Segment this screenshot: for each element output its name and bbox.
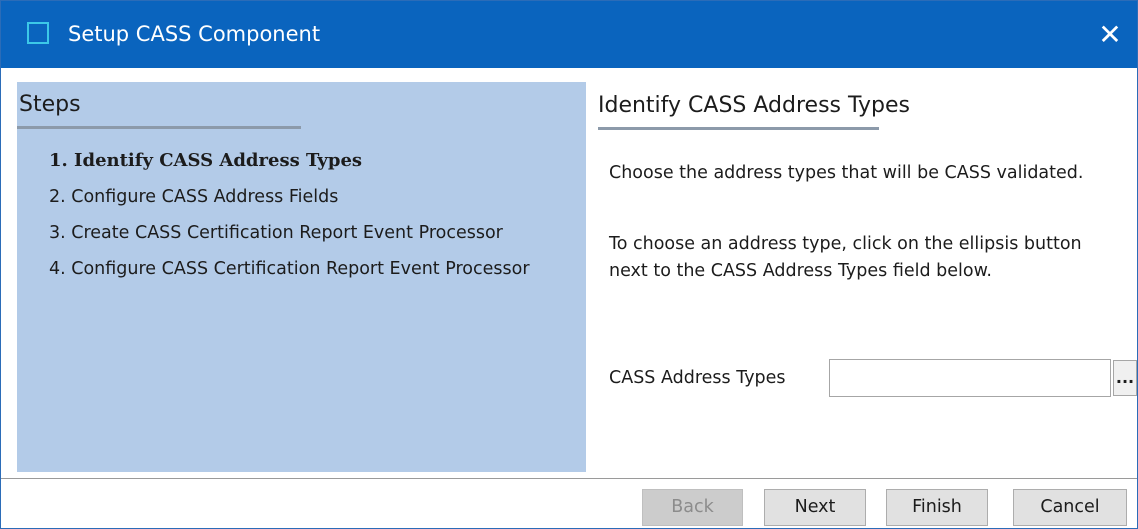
window-title: Setup CASS Component — [68, 22, 321, 46]
steps-list: 1. Identify CASS Address Types 2. Config… — [49, 150, 530, 294]
steps-heading-underline — [17, 126, 301, 129]
setup-dialog: Setup CASS Component ✕ Steps 1. Identify… — [0, 0, 1138, 529]
app-icon — [27, 22, 49, 44]
steps-panel: Steps 1. Identify CASS Address Types 2. … — [17, 82, 586, 472]
next-button[interactable]: Next — [764, 489, 866, 526]
ellipsis-button[interactable]: ... — [1113, 360, 1137, 396]
step-item-identify-address-types: 1. Identify CASS Address Types — [49, 150, 363, 171]
content-heading: Identify CASS Address Types — [598, 93, 910, 118]
step-item-create-report-processor: 3. Create CASS Certification Report Even… — [49, 223, 503, 243]
back-button[interactable]: Back — [642, 489, 743, 526]
description-text: Choose the address types that will be CA… — [609, 163, 1084, 183]
steps-heading: Steps — [19, 92, 81, 117]
content-heading-underline — [598, 127, 879, 130]
cass-address-types-label: CASS Address Types — [609, 368, 786, 388]
close-icon[interactable]: ✕ — [1083, 1, 1137, 68]
step-item-configure-report-processor: 4. Configure CASS Certification Report E… — [49, 259, 530, 279]
instruction-line-2: next to the CASS Address Types field bel… — [609, 261, 992, 281]
step-item-configure-address-fields: 2. Configure CASS Address Fields — [49, 187, 339, 207]
cass-address-types-input[interactable] — [829, 359, 1111, 397]
finish-button[interactable]: Finish — [886, 489, 988, 526]
title-bar[interactable]: Setup CASS Component ✕ — [1, 1, 1137, 68]
instruction-line-1: To choose an address type, click on the … — [609, 234, 1082, 254]
cancel-button[interactable]: Cancel — [1013, 489, 1127, 526]
footer-separator — [1, 478, 1137, 479]
